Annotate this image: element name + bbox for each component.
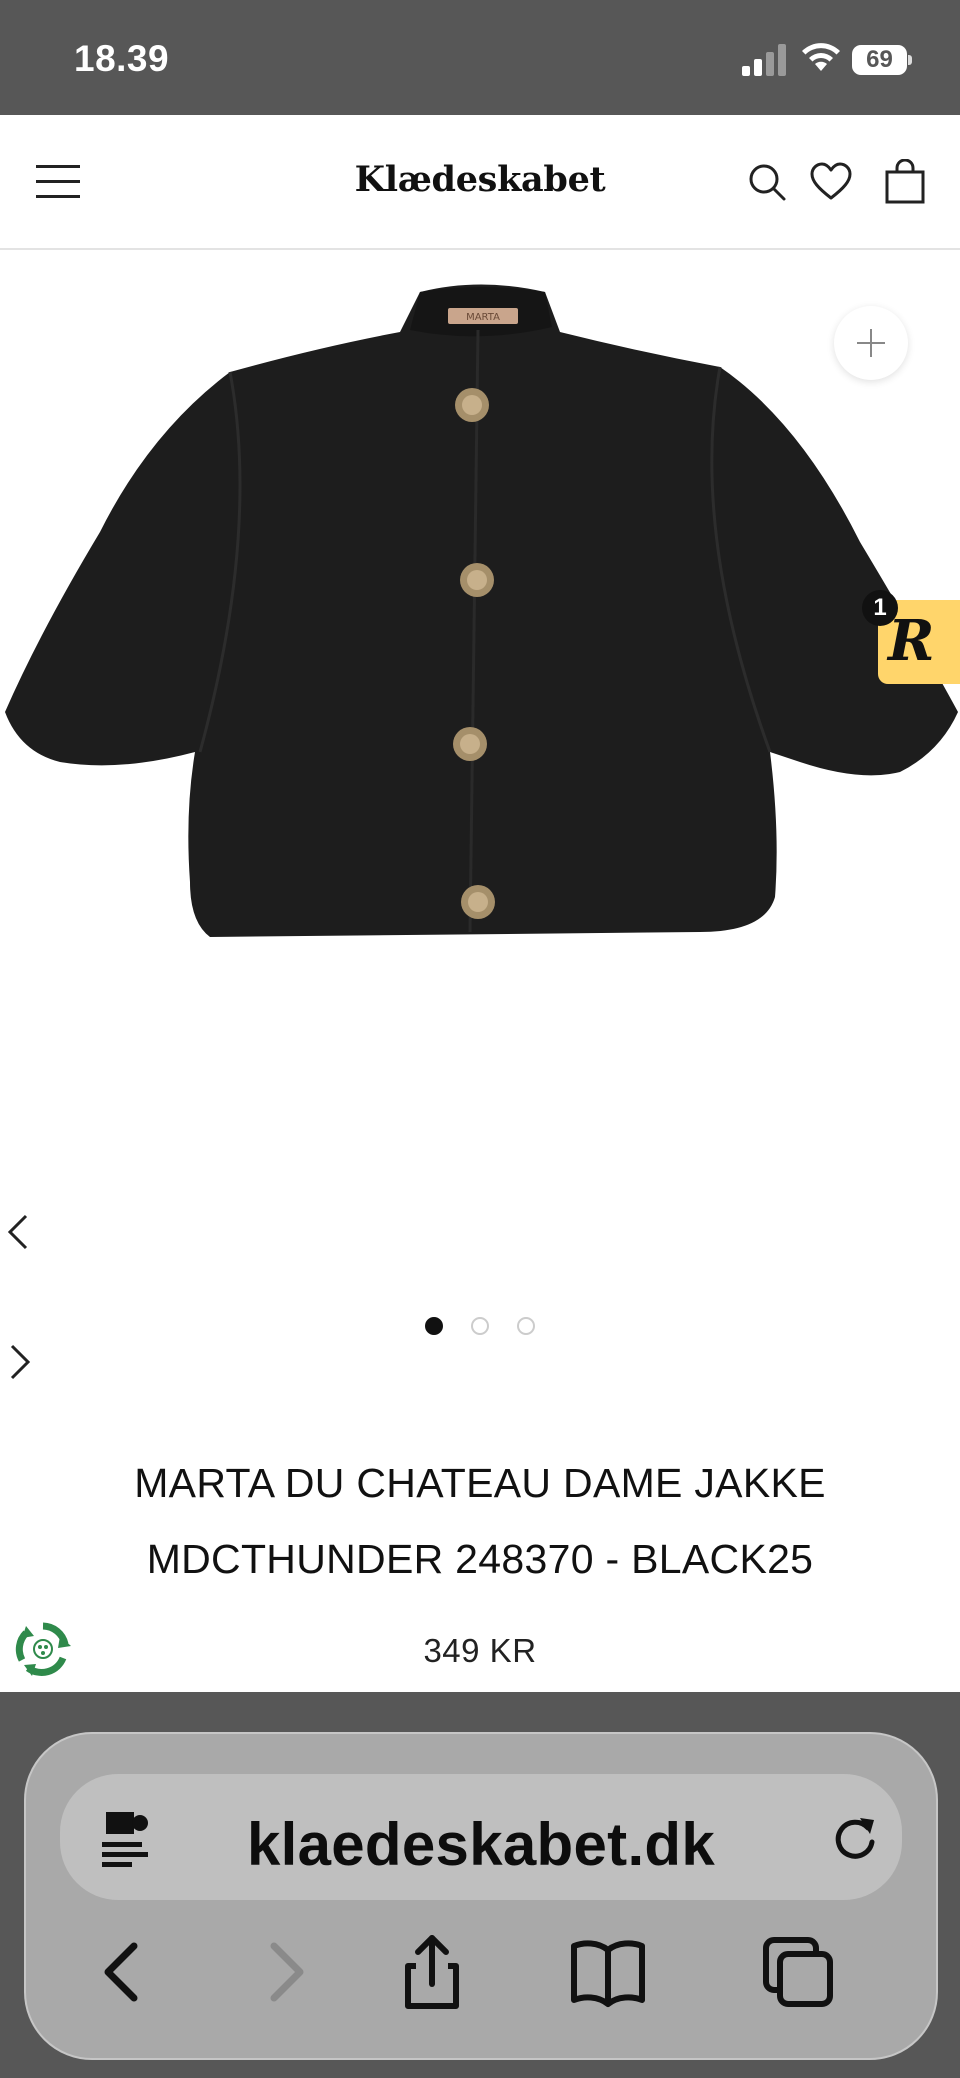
cellular-signal-icon (742, 44, 786, 76)
search-icon[interactable] (744, 159, 790, 205)
tabs-icon[interactable] (756, 1930, 840, 2014)
forward-icon[interactable] (244, 1930, 328, 2014)
url-text[interactable]: klaedeskabet.dk (60, 1810, 902, 1879)
reload-icon[interactable] (830, 1812, 880, 1862)
heart-icon[interactable] (808, 159, 854, 205)
product-image[interactable]: MARTA (0, 282, 960, 1152)
slide-dot-3[interactable] (517, 1317, 536, 1335)
site-header: Klædeskabet (0, 115, 960, 250)
product-title-line-2: MDCTHUNDER 248370 - BLACK25 (146, 1536, 814, 1582)
bookmarks-icon[interactable] (566, 1930, 650, 2014)
battery-icon: 69 (852, 45, 912, 75)
wifi-icon (802, 43, 840, 71)
product-gallery[interactable]: MARTA (0, 252, 960, 1392)
share-icon[interactable] (390, 1930, 474, 2014)
status-bar: 18.39 69 (0, 0, 960, 115)
brand-tag-text: MARTA (466, 312, 500, 323)
previous-image-icon[interactable] (4, 1212, 34, 1252)
next-image-icon[interactable] (4, 1342, 34, 1382)
zoom-button[interactable] (834, 306, 908, 380)
address-bar[interactable]: klaedeskabet.dk (60, 1774, 902, 1900)
browser-panel: klaedeskabet.dk (24, 1732, 938, 2060)
bag-icon[interactable] (882, 159, 928, 205)
slide-dot-2[interactable] (471, 1317, 489, 1335)
slide-dots (0, 1317, 960, 1340)
status-time: 18.39 (74, 38, 170, 79)
product-title-line-1: MARTA DU CHATEAU DAME JAKKE (134, 1460, 826, 1506)
rewards-count-badge: 1 (862, 590, 898, 626)
product-title: MARTA DU CHATEAU DAME JAKKE MDCTHUNDER 2… (60, 1445, 900, 1597)
browser-toolbar: klaedeskabet.dk (0, 1692, 960, 2078)
back-icon[interactable] (80, 1930, 164, 2014)
battery-level: 69 (866, 46, 893, 73)
product-price: 349 KR (423, 1632, 537, 1669)
slide-dot-1[interactable] (424, 1317, 443, 1335)
